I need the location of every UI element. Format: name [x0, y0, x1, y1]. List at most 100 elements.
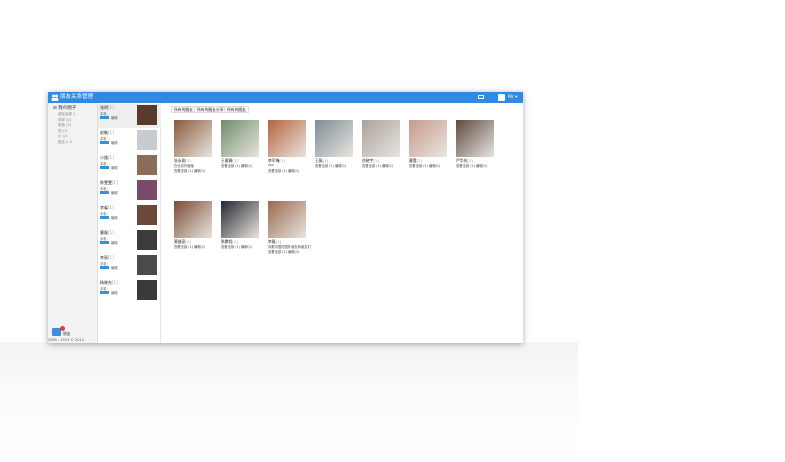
contact-name-text: 小路	[100, 155, 108, 160]
tab-3[interactable]: 所有的圈友	[224, 106, 249, 113]
contact-edit-link[interactable]: 编辑	[111, 140, 118, 145]
friend-photo[interactable]	[456, 120, 494, 157]
contact-name-text: 张明	[100, 105, 108, 110]
sidebar-item[interactable]: 朋友全部 1	[58, 112, 75, 117]
contact-action-button[interactable]	[100, 241, 109, 244]
contact-tag: [1]	[112, 180, 118, 185]
mail-icon[interactable]	[478, 95, 484, 99]
footer-label[interactable]: 朋友	[63, 331, 71, 337]
friend-card[interactable]: 陈鹏程[1] 查看全部 (1) 编辑(1)	[221, 201, 265, 256]
contact-tag: [1]	[108, 255, 114, 260]
friend-photo[interactable]	[362, 120, 400, 157]
desktop: 朋友关系管理 Mr ▾ ⊟ 我の圈子 朋友全部 1 同学 (5) 家族 (5) 同 (…	[0, 0, 785, 462]
app-title: 朋友关系管理	[60, 94, 94, 100]
friend-card[interactable]: 徐晓宇[1] 查看全部 (1) 编辑(1)	[362, 120, 406, 175]
contact-name-text: 曹磊	[100, 230, 108, 235]
tab-1[interactable]: 所有的圈友	[171, 106, 196, 113]
user-avatar[interactable]	[498, 94, 505, 101]
friend-photo[interactable]	[268, 120, 306, 157]
contact-avatar	[137, 130, 157, 150]
contact-action-button[interactable]	[100, 166, 109, 169]
user-menu[interactable]: Mr ▾	[508, 92, 517, 103]
contact-edit-link[interactable]: 编辑	[111, 290, 118, 295]
friend-info-line: 查看全部 (1) 编辑(1)	[268, 169, 300, 173]
contact-action-button[interactable]	[100, 291, 109, 294]
contact-tag: [1]	[108, 130, 114, 135]
friend-info-line: 查看全部 (1) 编辑(1)	[315, 164, 347, 168]
contact-item[interactable]: 李淼[1] 手机: 编辑	[98, 204, 161, 228]
friend-info-line: 查看全部 (1) 编辑(1)	[268, 250, 300, 254]
friend-info-line: 查看全部 (1) 编辑(1)	[362, 164, 394, 168]
contact-tag: [1]	[108, 105, 114, 110]
contact-edit-link[interactable]: 编辑	[111, 215, 118, 220]
sidebar-item[interactable]: 同 (1)	[58, 129, 68, 134]
contact-item[interactable]: 曹磊[1] 手机: 编辑	[98, 229, 161, 253]
friend-card[interactable]: 王雅静[1] 查看全部 (1) 编辑(1)	[221, 120, 265, 175]
friend-info-line: 查看全部 (1) 编辑(1)	[221, 164, 253, 168]
friend-card[interactable]: 严华庆[1] 查看全部 (1) 编辑(1)	[456, 120, 500, 175]
friend-card[interactable]: 黄骏豪[1] 查看全部 (1) 编辑(1)	[174, 201, 218, 256]
contact-name-text: 陈雯雯	[100, 180, 112, 185]
contact-item[interactable]: 张明[1] 手机: 编辑	[98, 104, 161, 128]
friend-card[interactable]: 李军锋[1] xxx 查看全部 (1) 编辑(1)	[268, 120, 312, 175]
contact-action-button[interactable]	[100, 116, 109, 119]
contact-avatar	[137, 255, 157, 275]
sidebar-item[interactable]: 小 (2)	[58, 134, 68, 139]
contact-action-button[interactable]	[100, 266, 109, 269]
friend-info-line: 查看全部 (1) 编辑(1)	[221, 245, 253, 249]
contact-item[interactable]: 李丽[1] 手机: 编辑	[98, 254, 161, 278]
contact-avatar	[137, 105, 157, 125]
friend-info-line: 查看全部 (1) 编辑(1)	[456, 164, 488, 168]
contact-avatar	[137, 180, 157, 200]
app-window: 朋友关系管理 Mr ▾ ⊟ 我の圈子 朋友全部 1 同学 (5) 家族 (5) 同 (…	[48, 92, 523, 343]
contact-action-button[interactable]	[100, 191, 109, 194]
contact-action-button[interactable]	[100, 216, 109, 219]
contact-avatar	[137, 155, 157, 175]
contact-tag: [1]	[108, 155, 114, 160]
title-bar: 朋友关系管理 Mr ▾	[48, 92, 523, 103]
contact-edit-link[interactable]: 编辑	[111, 190, 118, 195]
contact-item[interactable]: 陈雯雯[1] 手机: 编辑	[98, 179, 161, 203]
friend-card[interactable]: 李磊[1] 你跟中国的国外朋友和朋友们 查看全部 (1) 编辑(1)	[268, 201, 312, 256]
friend-card[interactable]: 张永刚[1] 在北京外面跑 查看全部 (1) 编辑(1)	[174, 120, 218, 175]
contact-tag: [1]	[112, 280, 118, 285]
sidebar-item[interactable]: 家族 (5)	[58, 123, 71, 128]
friends-panel: 所有的圈友 所有的圈友分享 所有的圈友 张永刚[1] 在北京外面跑 查看全部 (1) 编…	[166, 103, 523, 343]
contact-edit-link[interactable]: 编辑	[111, 165, 118, 170]
friend-card[interactable]: 曹霞[1] 查看全部 (1) 编辑(1)	[409, 120, 453, 175]
sidebar-item[interactable]: 陌生人 5	[58, 140, 72, 145]
contact-tag: [1]	[108, 205, 114, 210]
contact-item[interactable]: 杨晓东[1] 手机: 编辑	[98, 279, 161, 303]
contact-name-text: 赵敏	[100, 130, 108, 135]
friend-photo[interactable]	[268, 201, 306, 238]
sidebar-item[interactable]: 同学 (5)	[58, 118, 71, 123]
contact-item[interactable]: 小路[1] 手机: 编辑	[98, 154, 161, 178]
contact-name-text: 李淼	[100, 205, 108, 210]
contact-name-text: 杨晓东	[100, 280, 112, 285]
contact-avatar	[137, 230, 157, 250]
contact-edit-link[interactable]: 编辑	[111, 240, 118, 245]
contact-edit-link[interactable]: 编辑	[111, 265, 118, 270]
friend-status: [1]	[279, 158, 285, 163]
sidebar: ⊟ 我の圈子 朋友全部 1 同学 (5) 家族 (5) 同 (1) 小 (2) 陌生人 5…	[48, 103, 98, 343]
tab-2[interactable]: 所有的圈友分享	[194, 106, 227, 113]
contact-avatar	[137, 205, 157, 225]
friend-photo[interactable]	[174, 201, 212, 238]
copyright: 2009 - 2013 © 2012	[48, 338, 84, 342]
group-title[interactable]: ⊟ 我の圈子	[53, 105, 76, 111]
friend-card[interactable]: 王磊[1] 查看全部 (1) 编辑(1)	[315, 120, 359, 175]
contact-item[interactable]: 赵敏[1] 手机: 编辑	[98, 129, 161, 153]
friend-photo[interactable]	[315, 120, 353, 157]
friend-info-line: xxx	[268, 163, 274, 167]
contact-list: 张明[1] 手机: 编辑 赵敏[1] 手机: 编辑 小路[1] 手机: 编辑 陈雯雯[1] 手机: 编…	[98, 103, 161, 343]
contact-tag: [1]	[108, 230, 114, 235]
friend-photo[interactable]	[221, 201, 259, 238]
friend-info-line: 查看全部 (1) 编辑(1)	[174, 169, 206, 173]
friend-photo[interactable]	[221, 120, 259, 157]
people-icon	[51, 94, 59, 101]
contact-edit-link[interactable]: 编辑	[111, 115, 118, 120]
contact-action-button[interactable]	[100, 141, 109, 144]
friend-info-line: 查看全部 (1) 编辑(1)	[409, 164, 441, 168]
friend-photo[interactable]	[409, 120, 447, 157]
friend-photo[interactable]	[174, 120, 212, 157]
